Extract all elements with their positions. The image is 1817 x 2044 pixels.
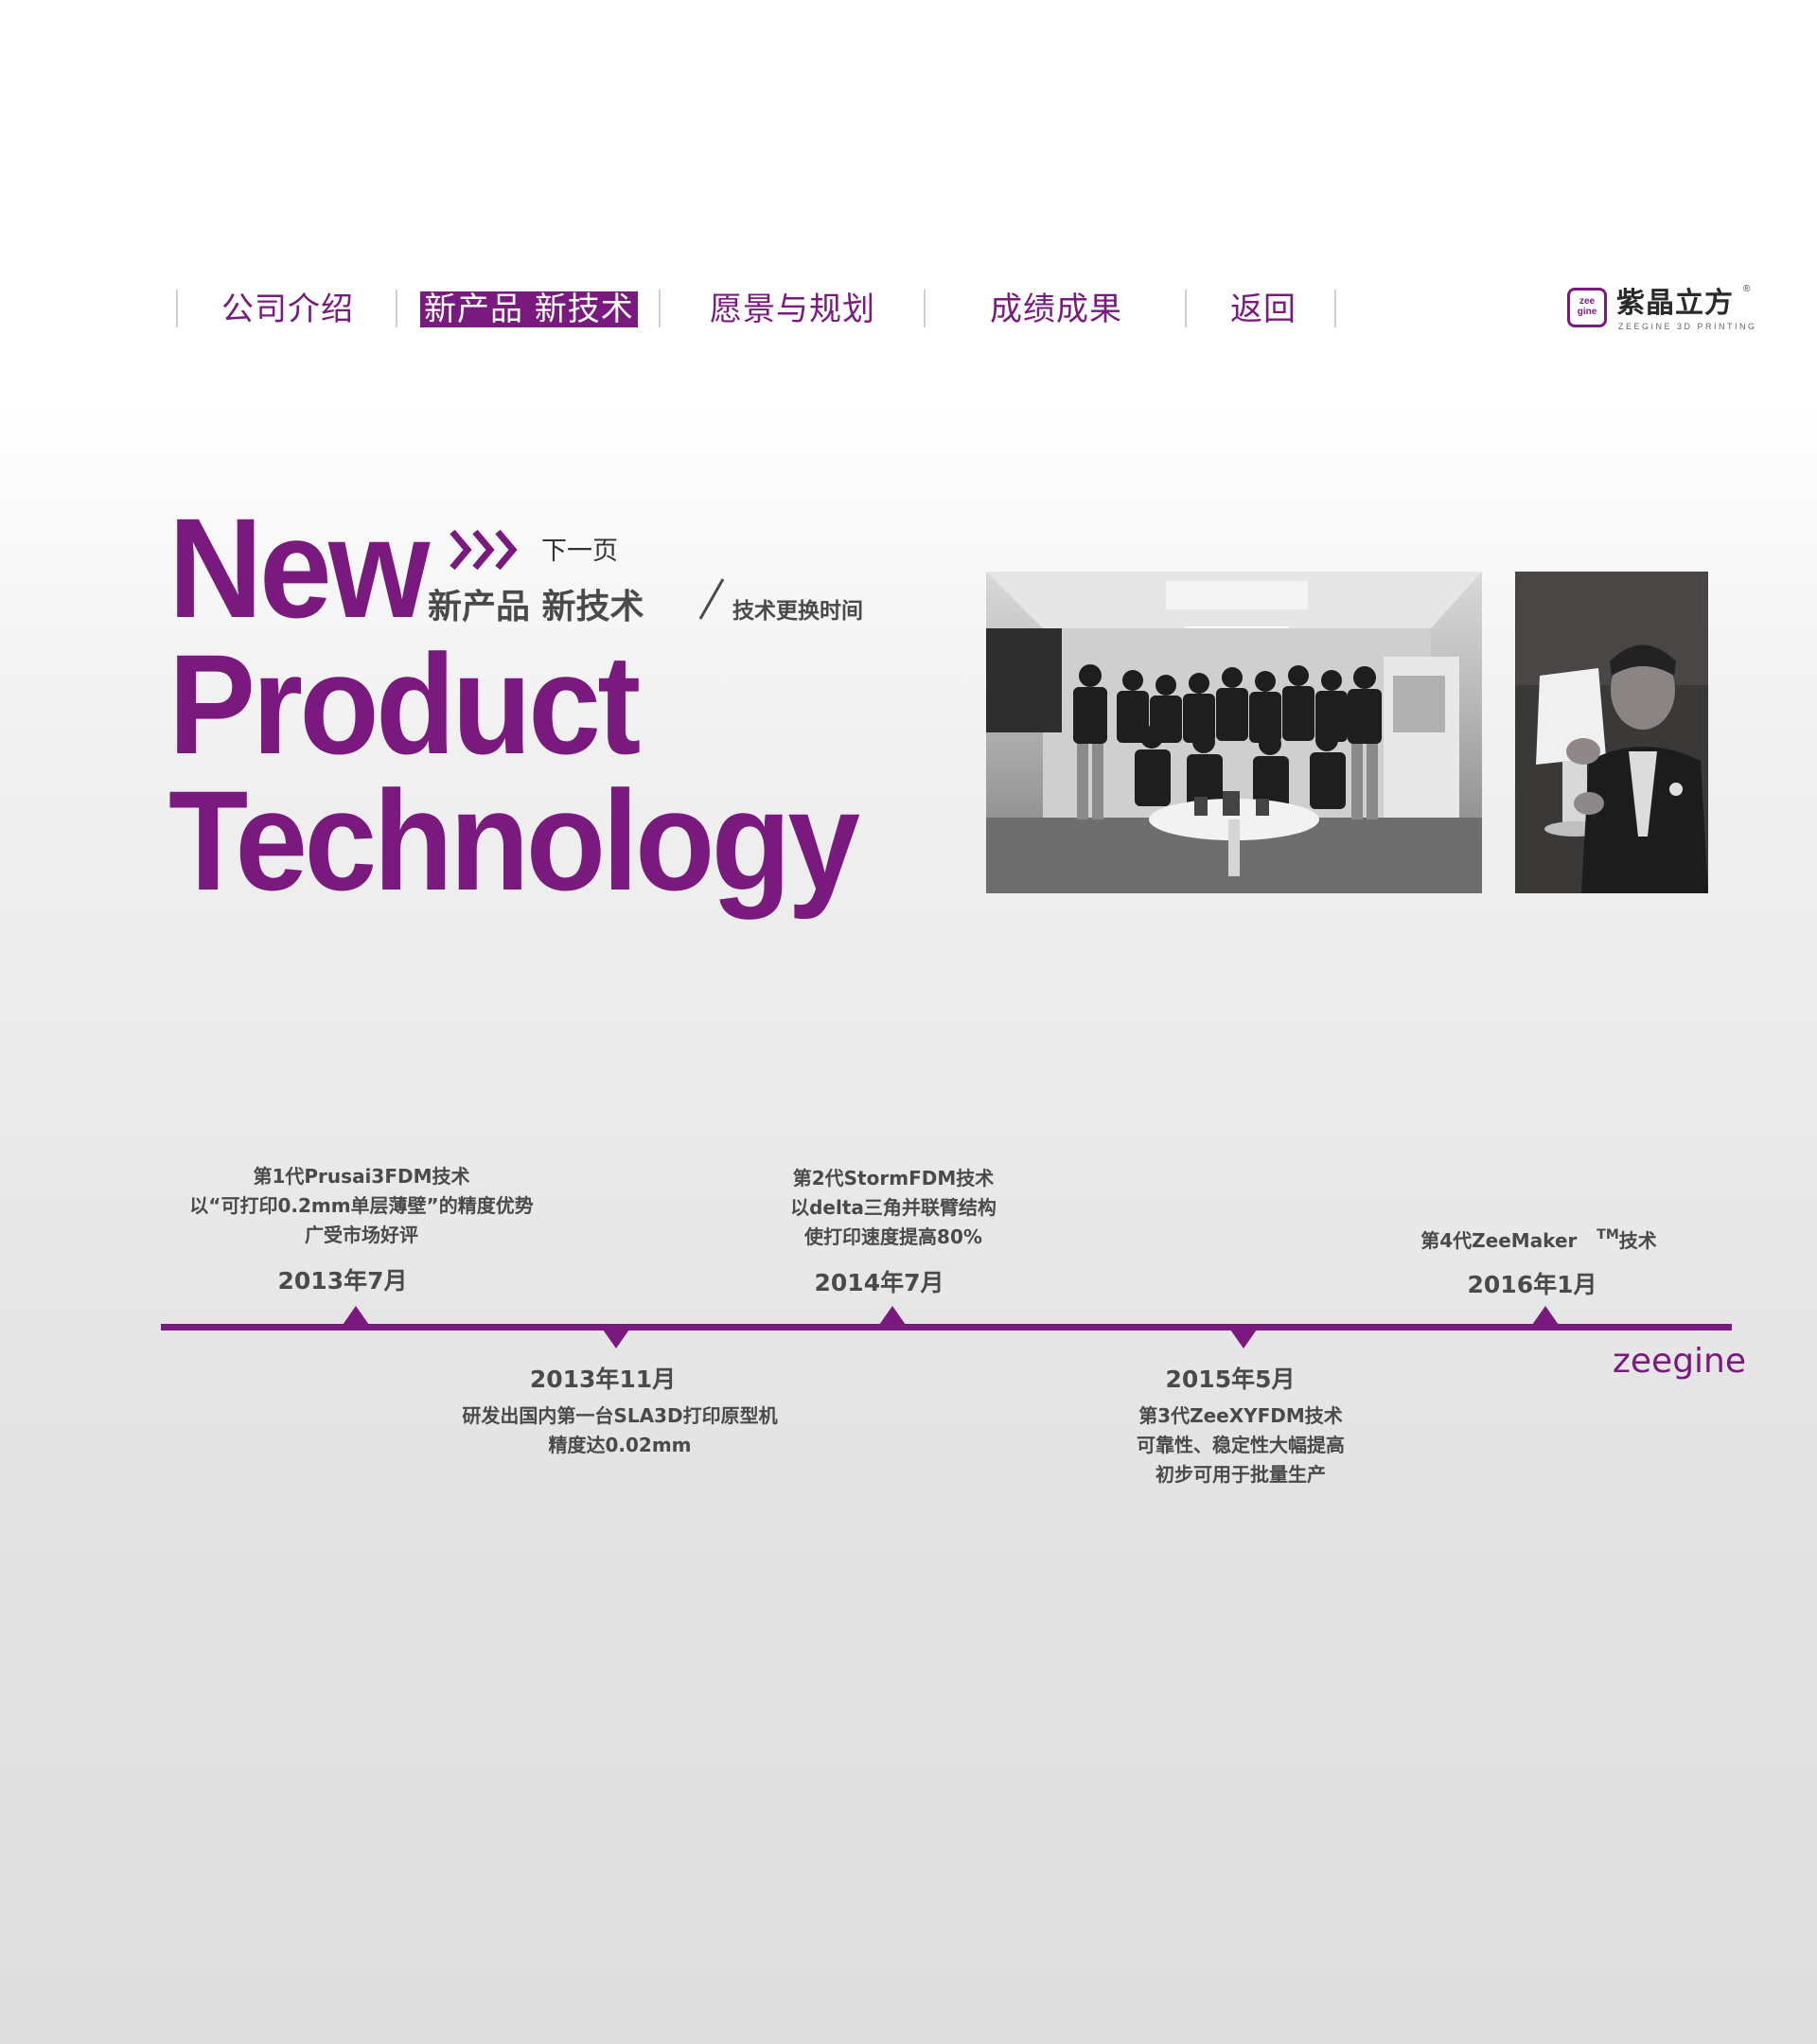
timeline-event-5-line-1: 第4代ZeeMaker TM技术 <box>1420 1226 1657 1256</box>
nav-divider <box>1334 290 1336 327</box>
hero-subnote: 技术更换时间 <box>732 599 863 624</box>
zeegine-brand-mark: zeegine <box>1613 1342 1747 1381</box>
logo-mark: zee gine <box>1567 288 1607 327</box>
team-photo <box>986 572 1482 893</box>
timeline-event-5-text: 第4代ZeeMaker <box>1420 1229 1578 1252</box>
nav-item-vision-planning[interactable]: 愿景与规划 <box>710 291 875 327</box>
nav-divider <box>1185 290 1187 327</box>
hero-title-line-2: Product <box>168 625 641 784</box>
timeline-event-2-line-2: 精度达0.02mm <box>548 1434 692 1456</box>
team-group-photo-icon <box>986 572 1482 893</box>
timeline-event-4-description: 第3代ZeeXYFDM技术 可靠性、稳定性大幅提高 初步可用于批量生产 <box>1137 1401 1345 1489</box>
logo-name-en: ZEEGINE 3D PRINTING <box>1618 322 1757 331</box>
timeline-event-3-date: 2014年7月 <box>814 1269 944 1296</box>
timeline-event-5-description: 第4代ZeeMaker TM技术 <box>1420 1226 1657 1256</box>
timeline-event-3-line-1: 第2代StormFDM技术 <box>792 1167 995 1189</box>
timeline-event-1-line-1: 第1代Prusai3FDM技术 <box>253 1165 470 1188</box>
timeline-marker-up <box>1532 1306 1559 1325</box>
timeline-event-1-line-2: 以“可打印0.2mm单层薄壁”的精度优势 <box>189 1194 534 1217</box>
timeline-event-2-description: 研发出国内第一台SLA3D打印原型机 精度达0.02mm <box>462 1401 777 1460</box>
hero-title-line-3: Technology <box>168 761 860 920</box>
zeegine-logo[interactable]: zee gine 紫晶立方 ® ZEEGINE 3D PRINTING <box>1567 284 1757 333</box>
top-navigation: 公司介绍 新产品 新技术 愿景与规划 成绩成果 返回 zee gine 紫晶立方… <box>176 284 1755 335</box>
timeline-event-3-line-2: 以delta三角并联臂结构 <box>790 1196 997 1219</box>
speaker-holding-lamp-photo-icon <box>1515 572 1708 893</box>
nav-item-new-products[interactable]: 新产品 新技术 <box>420 291 638 327</box>
nav-item-company-intro[interactable]: 公司介绍 <box>221 291 354 327</box>
timeline-event-1-date: 2013年7月 <box>277 1267 408 1295</box>
timeline-event-2-date: 2013年11月 <box>529 1366 677 1393</box>
timeline-axis <box>161 1324 1732 1330</box>
next-page-arrows-icon[interactable] <box>449 526 524 573</box>
trademark-mark: TM <box>1596 1227 1619 1242</box>
speaker-photo <box>1515 572 1708 893</box>
timeline-event-4-line-1: 第3代ZeeXYFDM技术 <box>1138 1404 1343 1427</box>
registered-mark: ® <box>1743 284 1751 294</box>
nav-item-achievements[interactable]: 成绩成果 <box>990 291 1122 327</box>
hero-subtitle: 新产品 新技术 <box>428 588 644 626</box>
timeline-event-3-line-3: 使打印速度提高80% <box>804 1225 982 1248</box>
timeline-event-4-line-2: 可靠性、稳定性大幅提高 <box>1137 1434 1345 1456</box>
timeline-event-1-description: 第1代Prusai3FDM技术 以“可打印0.2mm单层薄壁”的精度优势 广受市… <box>189 1162 533 1250</box>
timeline-event-1-line-3: 广受市场好评 <box>305 1224 418 1246</box>
nav-item-back[interactable]: 返回 <box>1230 291 1297 327</box>
timeline-event-3-description: 第2代StormFDM技术 以delta三角并联臂结构 使打印速度提高80% <box>790 1164 997 1252</box>
timeline-event-5-date: 2016年1月 <box>1467 1271 1597 1298</box>
nav-divider <box>924 290 926 327</box>
timeline-marker-down <box>603 1330 629 1348</box>
nav-divider <box>396 290 397 327</box>
timeline-event-4-line-3: 初步可用于批量生产 <box>1155 1463 1326 1486</box>
logo-name-cn: 紫晶立方 <box>1616 287 1734 320</box>
timeline-event-4-date: 2015年5月 <box>1165 1366 1296 1393</box>
timeline-marker-up <box>879 1306 906 1325</box>
nav-divider <box>176 290 178 327</box>
timeline-marker-up <box>343 1306 369 1325</box>
next-page-link[interactable]: 下一页 <box>541 530 618 567</box>
timeline-marker-down <box>1230 1330 1257 1348</box>
timeline-event-5-suffix: 技术 <box>1618 1229 1657 1252</box>
slash-divider-icon <box>698 578 725 620</box>
timeline-event-2-line-1: 研发出国内第一台SLA3D打印原型机 <box>462 1404 778 1427</box>
nav-divider <box>659 290 661 327</box>
